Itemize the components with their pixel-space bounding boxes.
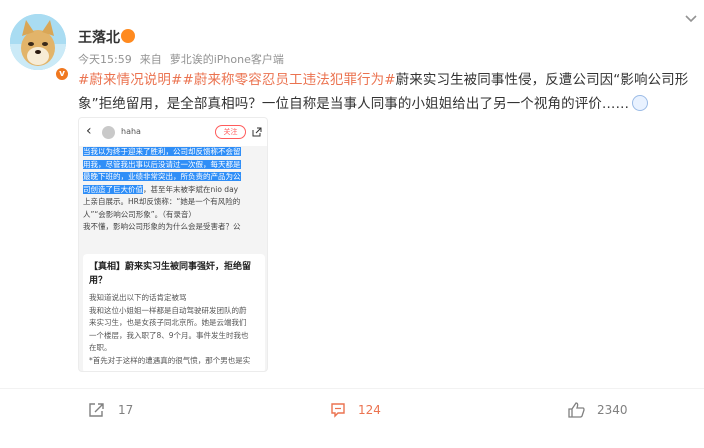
shot-text: 当我以为终于迎来了胜利，公司却反馈称不会留 用我，尽管我出事以后没请过一次假，每… — [83, 146, 265, 234]
like-count: 2340 — [597, 403, 628, 417]
highlighted-line: 用我，尽管我出事以后没请过一次假，每天都是 — [83, 159, 241, 169]
post-image[interactable]: ‹ haha 关注 当我以为终于迎来了胜利，公司却反馈称不会留 用我，尽管我出事… — [78, 117, 268, 372]
shot-header: ‹ haha 关注 — [79, 118, 267, 146]
avatar[interactable]: v — [10, 14, 70, 82]
post-meta: 今天15:59 来自 萝北诶的iPhone客户端 — [78, 51, 292, 67]
shot-card-title: 【真相】蔚来实习生被同事强奸，拒绝留用？ — [89, 262, 252, 286]
share-icon — [252, 127, 262, 137]
comment-button[interactable]: 124 — [330, 400, 381, 420]
shot-card-line: 我知道说出以下的话肯定被骂 — [89, 293, 187, 302]
highlighted-line: 当我以为终于迎来了胜利，公司却反馈称不会留 — [83, 147, 241, 156]
comment-count: 124 — [358, 403, 381, 417]
chevron-down-icon[interactable] — [684, 12, 698, 26]
back-arrow-icon: ‹ — [86, 123, 92, 139]
post-text: #蔚来情况说明##蔚来称零容忍员工违法犯罪行为#蔚来实习生被同事性侵，反遭公司因… — [78, 68, 694, 116]
shot-card: 【真相】蔚来实习生被同事强奸，拒绝留用？ 我知道说出以下的话肯定被骂 我和这位小… — [83, 254, 265, 371]
topic-link[interactable]: #蔚来情况说明# — [78, 72, 182, 88]
shot-card-line: *首先对于这样的遭遇真的很气愤，那个男也是实 — [89, 355, 251, 365]
post-time[interactable]: 今天15:59 — [78, 53, 132, 66]
like-button[interactable]: 2340 — [568, 400, 628, 420]
member-crown-icon[interactable] — [121, 29, 135, 43]
shot-username: haha — [121, 127, 141, 136]
thumbs-up-icon — [568, 402, 585, 418]
comment-icon — [331, 403, 345, 418]
doraemon-emoji-icon — [632, 95, 649, 111]
repost-count: 17 — [118, 403, 134, 417]
shot-line: 人”“会影响公司形象”。（有录音） — [83, 209, 196, 219]
highlighted-line: 最晚下班的，业绩非常突出，所负责的产品为公 — [83, 172, 241, 181]
username[interactable]: 王落北 — [78, 27, 120, 47]
shot-card-body: 我知道说出以下的话肯定被骂 我和这位小姐姐一样都是自动驾驶研发团队的蔚 来实习生… — [89, 292, 259, 367]
repost-button[interactable]: 17 — [88, 400, 133, 420]
post-source: 萝北诶的iPhone客户端 — [169, 53, 284, 66]
highlighted-line: 司创造了巨大价值 — [83, 184, 143, 194]
shot-card-line: 我和这位小姐姐一样都是自动驾驶研发团队的蔚 — [89, 305, 247, 315]
shot-follow-button: 关注 — [215, 125, 246, 139]
source-prefix: 来自 — [139, 53, 162, 66]
topic-link[interactable]: #蔚来称零容忍员工违法犯罪行为# — [182, 72, 395, 88]
shot-card-line: 一个楼层，我入职了8、9个月。事件发生时我也 — [89, 330, 249, 340]
shot-line: 上亲自展示。HR却反馈称：“她是一个有风险的 — [83, 197, 241, 206]
shot-line: ，甚至年末被李斌在nio day — [143, 184, 239, 194]
shot-card-line: 在职。 — [89, 343, 112, 352]
avatar-image — [10, 14, 66, 70]
shot-card-line: 来实习生，也是女孩子同北京所。她是云端我们 — [89, 318, 247, 327]
verified-badge: v — [54, 66, 70, 82]
shot-line: 我不懂，影响公司形象的为什么会是受害者？公 — [83, 222, 241, 231]
shot-avatar — [102, 126, 115, 139]
action-divider — [0, 388, 704, 389]
repost-icon — [89, 403, 104, 417]
